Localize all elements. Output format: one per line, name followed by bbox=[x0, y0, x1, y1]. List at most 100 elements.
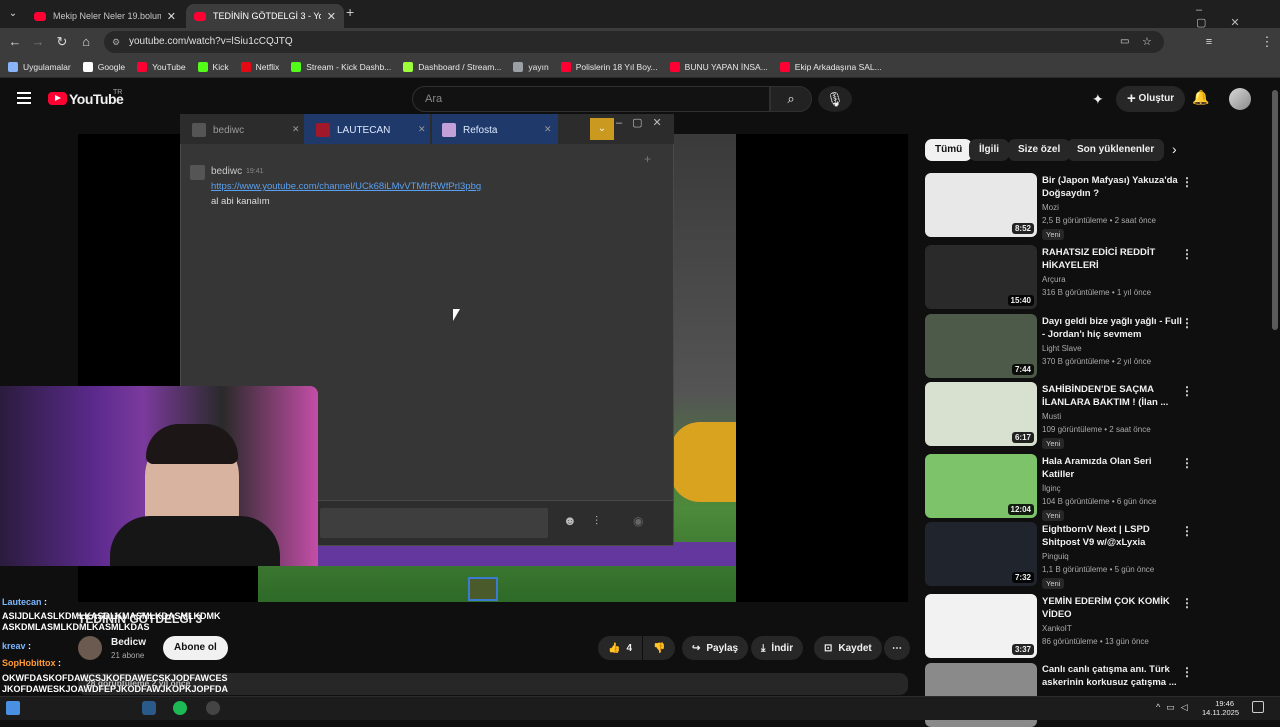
like-button[interactable]: 👍 4 bbox=[598, 636, 642, 660]
video-title[interactable]: Canlı canlı çatışma anı. Türk askerinin … bbox=[1042, 663, 1182, 689]
search-input[interactable]: Ara bbox=[412, 86, 770, 112]
channel-name[interactable]: Pinguiq bbox=[1042, 552, 1069, 561]
cast-icon[interactable]: ▭ bbox=[1120, 31, 1129, 53]
window-controls[interactable]: –▢✕ bbox=[1196, 4, 1280, 29]
reload-icon[interactable]: ↻ bbox=[51, 28, 73, 56]
create-button[interactable]: + Oluştur bbox=[1116, 86, 1186, 112]
video-thumbnail[interactable]: 7:32 bbox=[925, 522, 1037, 586]
more-actions-button[interactable]: ⋯ bbox=[884, 636, 910, 660]
more-options-icon[interactable]: ⋮ bbox=[1181, 456, 1193, 470]
video-title[interactable]: SAHİBİNDEN'DE SAÇMA İLANLARA BAKTIM ! (İ… bbox=[1042, 383, 1182, 409]
recommendation-card[interactable]: 8:52 Bir (Japon Mafyası) Yakuza'da Doğsay… bbox=[925, 173, 1270, 240]
video-thumbnail[interactable]: 3:37 bbox=[925, 594, 1037, 658]
bookmark-item[interactable]: Google bbox=[82, 61, 125, 72]
address-bar[interactable]: ⚙ youtube.com/watch?v=lSiu1cCQJTQ ▭ ☆ bbox=[104, 31, 1164, 53]
channel-name[interactable]: Mozi bbox=[1042, 203, 1059, 212]
chat-tab-refosta[interactable]: Refosta ✕ bbox=[436, 117, 560, 143]
save-button[interactable]: ⊡ Kaydet bbox=[814, 636, 882, 660]
video-title[interactable]: Dayı geldi bize yağlı yağlı - Full - Jor… bbox=[1042, 315, 1182, 341]
attach-icon[interactable]: ⫶ bbox=[595, 514, 598, 529]
chat-message-input[interactable] bbox=[320, 508, 548, 538]
chat-tabs-overflow-button[interactable]: ⌄ bbox=[590, 118, 614, 140]
more-options-icon[interactable]: ⋮ bbox=[1181, 384, 1193, 398]
guide-menu-icon[interactable] bbox=[17, 92, 31, 104]
recommendation-card[interactable]: 12:04 Hala Aramızda Olan Seri Katiller İlg… bbox=[925, 454, 1270, 521]
recommendation-card[interactable]: 7:44 Dayı geldi bize yağlı yağlı - Full -… bbox=[925, 314, 1270, 378]
share-button[interactable]: ↪ Paylaş bbox=[682, 636, 749, 660]
menu-icon[interactable]: ⋮ bbox=[1256, 28, 1278, 56]
mic-icon[interactable]: 🎙 bbox=[818, 86, 852, 112]
recommendation-card[interactable]: 15:40 RAHATSIZ EDİCİ REDDİT HİKAYELERİ Arç… bbox=[925, 245, 1270, 309]
tray-icons[interactable]: ^▭◁ bbox=[1156, 702, 1194, 713]
chat-tab-bediwc[interactable]: bediwc ✕ bbox=[186, 117, 306, 143]
more-options-icon[interactable]: ⋮ bbox=[1181, 596, 1193, 610]
chat-tab-lautecan[interactable]: LAUTECAN ✕ bbox=[310, 117, 434, 143]
channel-name[interactable]: Arçura bbox=[1042, 275, 1066, 284]
steam-icon[interactable] bbox=[142, 701, 156, 715]
new-tab-button[interactable]: + bbox=[346, 4, 354, 20]
video-title[interactable]: Hala Aramızda Olan Seri Katiller bbox=[1042, 455, 1182, 481]
channel-name[interactable]: İlginç bbox=[1042, 484, 1061, 493]
video-thumbnail[interactable]: 8:52 bbox=[925, 173, 1037, 237]
clock-time[interactable]: 19:46 bbox=[1204, 699, 1234, 708]
start-icon[interactable] bbox=[6, 701, 20, 715]
close-tab-icon[interactable]: ✕ bbox=[544, 124, 552, 135]
bookmark-item[interactable]: Polislerin 18 Yıl Boy... bbox=[560, 61, 658, 72]
app-icon[interactable] bbox=[206, 701, 220, 715]
channel-name[interactable]: XankoIT bbox=[1042, 624, 1072, 633]
video-title[interactable]: EightbornV Next | LSPD Shitpost V9 w/@xL… bbox=[1042, 523, 1182, 549]
chip-for-you[interactable]: Size özel bbox=[1008, 139, 1071, 161]
studio-icon[interactable]: ✦ bbox=[1092, 91, 1104, 108]
chat-window-controls[interactable]: –▢✕ bbox=[616, 116, 672, 129]
forward-icon[interactable]: → bbox=[27, 28, 49, 56]
search-button[interactable]: ⌕ bbox=[770, 86, 812, 112]
bookmark-item[interactable]: BUNU YAPAN İNSA... bbox=[669, 61, 768, 72]
recommendation-card[interactable]: 6:17 SAHİBİNDEN'DE SAÇMA İLANLARA BAKTIM … bbox=[925, 382, 1270, 449]
bookmark-star-icon[interactable]: ☆ bbox=[1142, 31, 1152, 53]
notification-center-icon[interactable] bbox=[1252, 701, 1264, 713]
video-title[interactable]: YEMİN EDERİM ÇOK KOMİK VİDEO bbox=[1042, 595, 1182, 621]
video-thumbnail[interactable]: 6:17 bbox=[925, 382, 1037, 446]
chip-all[interactable]: Tümü bbox=[925, 139, 973, 161]
clock-date[interactable]: 14.11.2025 bbox=[1199, 708, 1239, 717]
video-thumbnail[interactable]: 15:40 bbox=[925, 245, 1037, 309]
recommendation-card[interactable]: 7:32 EightbornV Next | LSPD Shitpost V9 w… bbox=[925, 522, 1270, 589]
add-user-icon[interactable]: + bbox=[644, 152, 651, 166]
video-title[interactable]: Bir (Japon Mafyası) Yakuza'da Doğsaydın … bbox=[1042, 174, 1182, 200]
tab-1[interactable]: Mekip Neler Neler 19.bolum - Y ✕ bbox=[26, 4, 184, 28]
voice-icon[interactable]: ◉ bbox=[633, 514, 643, 528]
video-thumbnail[interactable]: 7:44 bbox=[925, 314, 1037, 378]
bookmark-item[interactable]: Stream - Kick Dashb... bbox=[291, 61, 391, 72]
emoji-icon[interactable]: ☻ bbox=[563, 513, 577, 528]
chip-recent[interactable]: Son yüklenenler bbox=[1067, 139, 1165, 161]
more-options-icon[interactable]: ⋮ bbox=[1181, 524, 1193, 538]
bookmark-item[interactable]: Kick bbox=[197, 61, 229, 72]
bookmark-item[interactable]: Dashboard / Stream... bbox=[403, 61, 501, 72]
chip-related[interactable]: İlgili bbox=[969, 139, 1009, 161]
close-tab-icon[interactable]: ✕ bbox=[292, 124, 300, 135]
bookmark-item[interactable]: Ekip Arkadaşına SAL... bbox=[779, 61, 882, 72]
video-title[interactable]: RAHATSIZ EDİCİ REDDİT HİKAYELERİ bbox=[1042, 246, 1182, 272]
bookmark-item[interactable]: Uygulamalar bbox=[8, 61, 71, 72]
close-tab-icon[interactable]: ✕ bbox=[327, 10, 336, 23]
bookmark-item[interactable]: YouTube bbox=[137, 61, 186, 72]
notifications-icon[interactable]: 🔔 bbox=[1192, 89, 1209, 106]
tab-list-button[interactable]: ⌄ bbox=[2, 0, 24, 28]
channel-name[interactable]: Musti bbox=[1042, 412, 1061, 421]
app-icon[interactable] bbox=[173, 701, 187, 715]
more-options-icon[interactable]: ⋮ bbox=[1181, 175, 1193, 189]
close-tab-icon[interactable]: ✕ bbox=[167, 10, 176, 23]
channel-name[interactable]: Light Slave bbox=[1042, 344, 1082, 353]
tab-2[interactable]: TEDİNİN GÖTDELGİ 3 - YouTub ✕ bbox=[186, 4, 344, 28]
chips-next-icon[interactable]: › bbox=[1172, 141, 1177, 157]
page-scrollbar[interactable] bbox=[1272, 90, 1278, 330]
message-link[interactable]: https://www.youtube.com/channel/UCk68iLM… bbox=[211, 181, 481, 192]
bookmark-item[interactable]: Netflix bbox=[240, 61, 279, 72]
avatar[interactable] bbox=[1229, 88, 1251, 110]
close-tab-icon[interactable]: ✕ bbox=[418, 124, 426, 135]
recommendation-card[interactable]: 3:37 YEMİN EDERİM ÇOK KOMİK VİDEO XankoIT 8… bbox=[925, 594, 1270, 658]
home-icon[interactable]: ⌂ bbox=[75, 28, 97, 56]
dislike-button[interactable]: 👎 bbox=[643, 636, 675, 660]
youtube-logo-icon[interactable] bbox=[48, 92, 67, 105]
video-thumbnail[interactable]: 12:04 bbox=[925, 454, 1037, 518]
